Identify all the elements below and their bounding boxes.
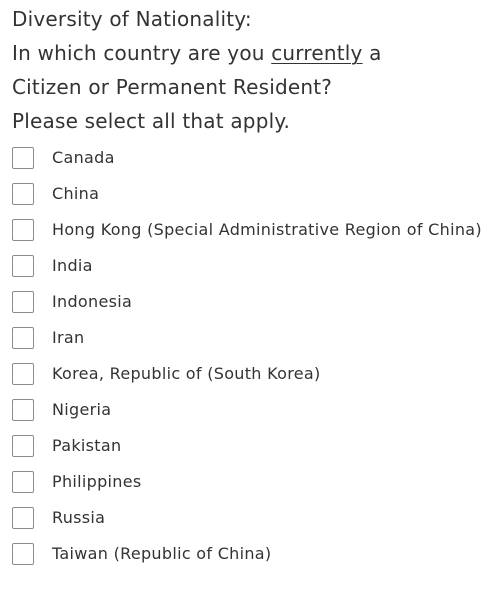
question-text-part: a	[362, 41, 382, 65]
option-nigeria[interactable]: Nigeria	[12, 398, 496, 422]
question-instruction: Please select all that apply.	[12, 109, 291, 133]
option-label: Korea, Republic of (South Korea)	[52, 364, 321, 383]
option-iran[interactable]: Iran	[12, 326, 496, 350]
option-south-korea[interactable]: Korea, Republic of (South Korea)	[12, 362, 496, 386]
option-canada[interactable]: Canada	[12, 146, 496, 170]
question-text-part: In which country are you	[12, 41, 272, 65]
option-china[interactable]: China	[12, 182, 496, 206]
checkbox[interactable]	[12, 291, 34, 313]
option-label: Indonesia	[52, 292, 133, 311]
checkbox[interactable]	[12, 327, 34, 349]
option-label: Pakistan	[52, 436, 122, 455]
checkbox[interactable]	[12, 435, 34, 457]
question-title: Diversity of Nationality:	[12, 7, 252, 31]
option-label: China	[52, 184, 100, 203]
option-label: Taiwan (Republic of China)	[52, 544, 272, 563]
option-pakistan[interactable]: Pakistan	[12, 434, 496, 458]
question-line: Citizen or Permanent Resident?	[12, 75, 333, 99]
option-label: India	[52, 256, 93, 275]
checkbox[interactable]	[12, 363, 34, 385]
checkbox[interactable]	[12, 399, 34, 421]
option-label: Russia	[52, 508, 106, 527]
option-label: Philippines	[52, 472, 142, 491]
option-russia[interactable]: Russia	[12, 506, 496, 530]
option-taiwan[interactable]: Taiwan (Republic of China)	[12, 542, 496, 566]
checkbox[interactable]	[12, 507, 34, 529]
option-hong-kong[interactable]: Hong Kong (Special Administrative Region…	[12, 218, 496, 242]
checkbox[interactable]	[12, 543, 34, 565]
option-india[interactable]: India	[12, 254, 496, 278]
question-emphasis: currently	[271, 41, 363, 65]
country-options-list: Canada China Hong Kong (Special Administ…	[12, 146, 496, 578]
option-indonesia[interactable]: Indonesia	[12, 290, 496, 314]
option-label: Nigeria	[52, 400, 112, 419]
option-label: Iran	[52, 328, 85, 347]
checkbox[interactable]	[12, 471, 34, 493]
option-philippines[interactable]: Philippines	[12, 470, 496, 494]
checkbox[interactable]	[12, 219, 34, 241]
option-label: Hong Kong (Special Administrative Region…	[52, 220, 482, 239]
question-line: In which country are you currently a	[12, 36, 496, 70]
checkbox[interactable]	[12, 255, 34, 277]
checkbox[interactable]	[12, 147, 34, 169]
question-text: Diversity of Nationality: In which count…	[12, 2, 496, 138]
checkbox[interactable]	[12, 183, 34, 205]
option-label: Canada	[52, 148, 115, 167]
